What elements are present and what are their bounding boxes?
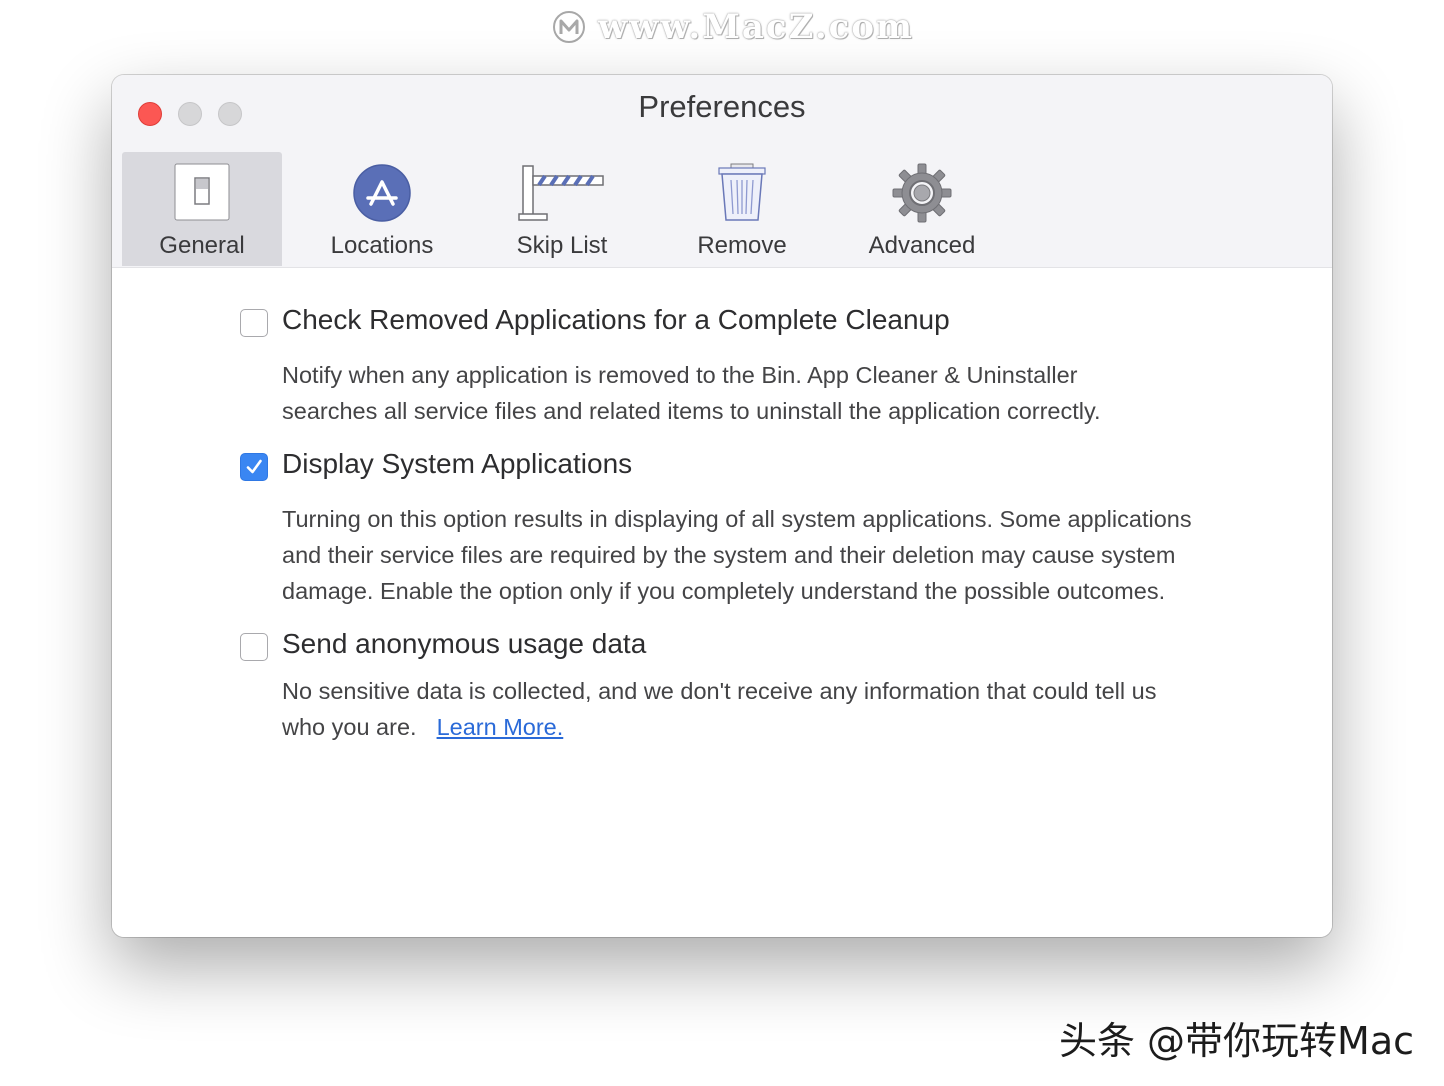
trash-icon <box>711 162 773 224</box>
learn-more-link[interactable]: Learn More. <box>437 714 564 740</box>
titlebar: Preferences General Locations Skip List … <box>112 75 1332 268</box>
preferences-window: Preferences General Locations Skip List … <box>112 75 1332 937</box>
window-title: Preferences <box>638 89 806 124</box>
watermark-top: www.MacZ.com <box>552 6 914 48</box>
usage-data-description: No sensitive data is collected, and we d… <box>282 673 1156 745</box>
tab-skip-list[interactable]: Skip List <box>482 152 642 266</box>
tab-remove-label: Remove <box>697 232 787 259</box>
usage-data-title[interactable]: Send anonymous usage data <box>282 628 646 660</box>
tab-locations[interactable]: Locations <box>302 152 462 266</box>
complete-cleanup-title[interactable]: Check Removed Applications for a Complet… <box>282 304 950 336</box>
description-line: damage. Enable the option only if you co… <box>282 578 1166 604</box>
tab-skip-list-label: Skip List <box>516 232 608 259</box>
display-system-apps-title[interactable]: Display System Applications <box>282 448 632 480</box>
tab-advanced[interactable]: Advanced <box>842 152 1002 266</box>
usage-data-checkbox[interactable] <box>240 633 268 661</box>
description-line: Notify when any application is removed t… <box>282 362 1078 388</box>
gear-icon <box>891 162 953 224</box>
barrier-gate-icon <box>517 162 607 224</box>
watermark-bottom: 头条 @带你玩转Mac <box>1058 1019 1414 1063</box>
preferences-toolbar: General Locations Skip List Remove Advan… <box>122 152 1022 266</box>
watermark-top-text: www.MacZ.com <box>598 7 915 47</box>
description-line: and their service files are required by … <box>282 542 1176 568</box>
complete-cleanup-description: Notify when any application is removed t… <box>282 357 1101 429</box>
description-line: searches all service files and related i… <box>282 398 1101 424</box>
display-system-apps-description: Turning on this option results in displa… <box>282 501 1192 609</box>
description-line: Turning on this option results in displa… <box>282 506 1192 532</box>
description-text: who you are. <box>282 714 417 740</box>
description-line: No sensitive data is collected, and we d… <box>282 678 1157 704</box>
macz-logo-icon <box>553 11 585 43</box>
screenshot-page: www.MacZ.com Preferences General Locatio… <box>0 0 1444 1086</box>
complete-cleanup-checkbox[interactable] <box>240 309 268 337</box>
tab-general-label: General <box>159 232 245 259</box>
general-settings-panel: Check Removed Applications for a Complet… <box>112 268 1332 937</box>
description-line-with-link: who you are. Learn More. <box>282 709 1156 745</box>
tab-remove[interactable]: Remove <box>662 152 822 266</box>
switch-icon <box>171 162 233 224</box>
checkmark-icon <box>246 459 262 474</box>
display-system-apps-checkbox[interactable] <box>240 453 268 481</box>
tab-locations-label: Locations <box>330 232 434 259</box>
tab-general[interactable]: General <box>122 152 282 266</box>
app-store-icon <box>351 162 413 224</box>
tab-advanced-label: Advanced <box>868 232 976 259</box>
